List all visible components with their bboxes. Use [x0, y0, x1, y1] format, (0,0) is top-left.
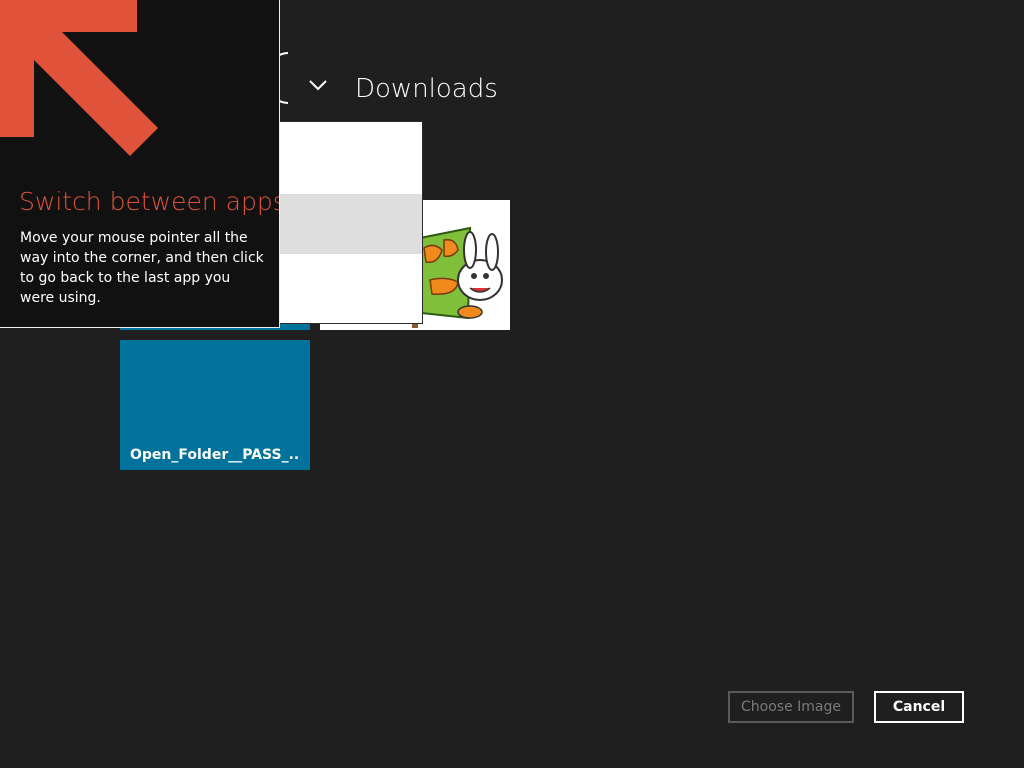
folder-tile[interactable]: Open_Folder__PASS_... — [120, 340, 310, 470]
location-menu-item[interactable] — [279, 254, 422, 314]
location-menu-item-selected[interactable] — [279, 194, 422, 254]
chevron-down-icon[interactable] — [308, 77, 328, 93]
corner-arrow-icon — [0, 0, 158, 156]
file-picker-page: Downloads Open_Folder__PASS_... Switch b… — [0, 0, 1024, 768]
location-title[interactable]: Downloads — [355, 74, 498, 104]
choose-image-button[interactable]: Choose Image — [728, 691, 854, 723]
cancel-button[interactable]: Cancel — [874, 691, 964, 723]
location-menu-item[interactable] — [279, 134, 422, 194]
tip-title: Switch between apps — [19, 187, 280, 216]
tip-body: Move your mouse pointer all the way into… — [20, 230, 264, 306]
tile-label: Open_Folder__PASS_... — [130, 447, 300, 463]
location-dropdown-menu — [278, 121, 423, 324]
tip-overlay: Switch between apps Move your mouse poin… — [0, 0, 280, 328]
